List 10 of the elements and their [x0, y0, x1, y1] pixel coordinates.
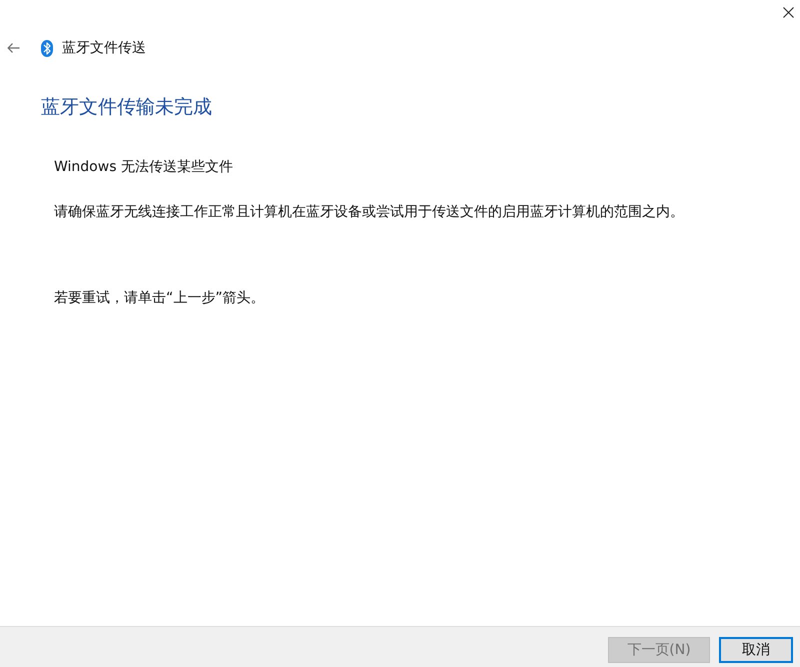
details-text: 请确保蓝牙无线连接工作正常且计算机在蓝牙设备或尝试用于传送文件的启用蓝牙计算机的范围之内。 — [54, 203, 684, 222]
back-button[interactable] — [6, 42, 20, 54]
close-icon — [782, 6, 794, 18]
default-button[interactable]: 取消 — [719, 637, 793, 663]
error-message: Windows 无法传送某些文件 — [54, 158, 233, 177]
retry-hint: 若要重试，请单击“上一步”箭头。 — [54, 289, 265, 308]
window-title: 蓝牙文件传送 — [62, 39, 146, 58]
main-heading: 蓝牙文件传输未完成 — [41, 95, 212, 120]
back-arrow-icon — [6, 43, 20, 53]
bluetooth-icon — [41, 40, 53, 56]
